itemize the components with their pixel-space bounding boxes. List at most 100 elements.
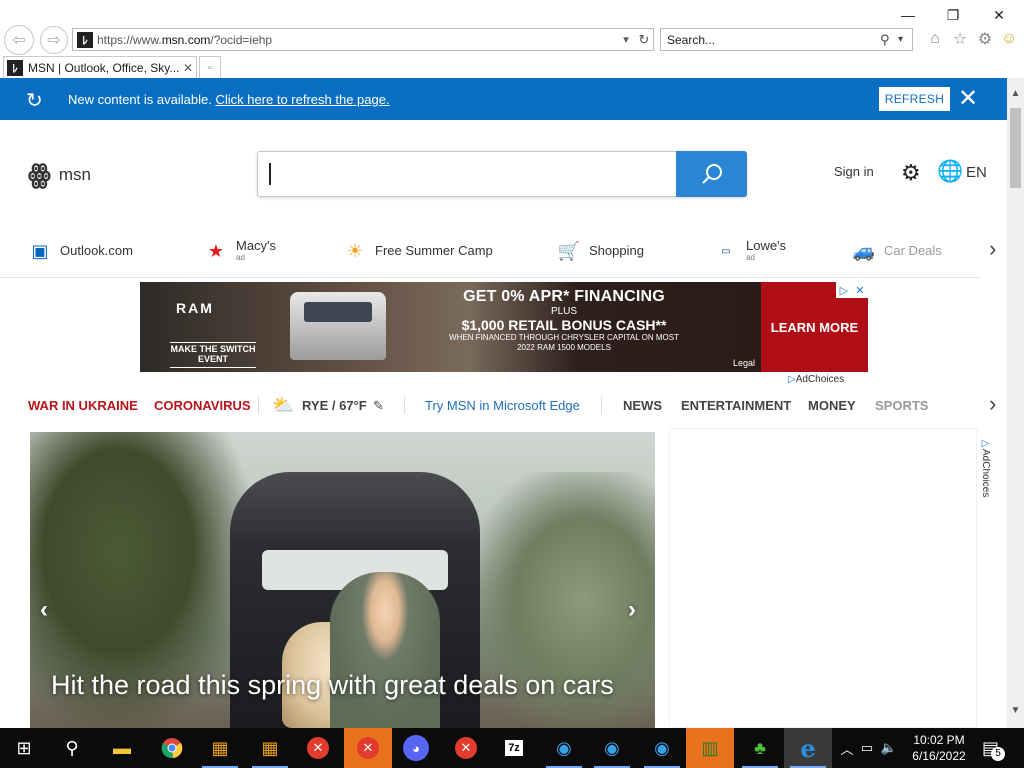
address-bar[interactable]: ﾚ https://www.msn.com/?ocid=iehp ▾ ↻	[72, 28, 654, 51]
maximize-button[interactable]: ❐	[930, 4, 976, 26]
forward-button[interactable]: ⇨	[40, 26, 68, 54]
vertical-scrollbar[interactable]: ▲ ▼	[1007, 78, 1024, 728]
refresh-icon: ↻	[26, 90, 43, 112]
app-button-3[interactable]: ◉	[540, 728, 588, 768]
error-app-button-3[interactable]: ✕	[442, 728, 490, 768]
chevron-right-icon[interactable]: ›	[628, 596, 636, 624]
globe-icon[interactable]: 🌐	[937, 160, 963, 184]
app-button-2[interactable]: ▦	[246, 728, 294, 768]
chevron-up-icon[interactable]: ︿	[838, 739, 856, 758]
notification-center-button[interactable]: ▤ 5	[982, 728, 1006, 768]
nav-try-edge[interactable]: Try MSN in Microsoft Edge	[425, 398, 580, 413]
ad-legal-link[interactable]: Legal	[733, 358, 755, 368]
search-input[interactable]	[667, 32, 880, 47]
ad-info-close[interactable]: ▷ ✕	[836, 282, 868, 298]
app-button-5[interactable]: ◉	[638, 728, 686, 768]
chevron-right-icon[interactable]: ›	[989, 236, 996, 262]
error-x-icon: ✕	[307, 737, 329, 759]
app-button-7[interactable]: ♣	[736, 728, 784, 768]
app-button-4[interactable]: ◉	[588, 728, 636, 768]
nav-news[interactable]: NEWS	[623, 398, 662, 413]
discord-button[interactable]: ◕	[392, 728, 440, 768]
error-x-icon: ✕	[455, 737, 477, 759]
msn-favicon-icon: ﾚ	[77, 31, 93, 48]
volume-icon[interactable]: 🔈	[878, 740, 900, 756]
scroll-down-icon[interactable]: ▼	[1007, 705, 1024, 716]
smiley-feedback-icon[interactable]: ☺	[999, 29, 1019, 49]
internet-explorer-icon: e	[800, 733, 816, 763]
address-url[interactable]: https://www.msn.com/?ocid=iehp	[97, 33, 617, 47]
nav-weather[interactable]: RYE / 67°F	[302, 398, 367, 413]
search-icon[interactable]: ⚲	[880, 32, 898, 48]
adchoices-link[interactable]: ▷AdChoices	[980, 438, 991, 497]
logo-text: msn	[58, 165, 91, 184]
new-tab-button[interactable]: ▫	[199, 56, 221, 78]
colorful-app-icon: ▦	[211, 737, 229, 758]
notification-message: New content is available. Click here to …	[68, 92, 390, 107]
network-icon[interactable]: ▭	[856, 740, 878, 756]
hero-carousel[interactable]: ‹ › Hit the road this spring with great …	[30, 432, 655, 728]
hero-headline[interactable]: Hit the road this spring with great deal…	[51, 668, 631, 702]
file-explorer-button[interactable]: ▬	[98, 728, 146, 768]
search-button[interactable]	[676, 151, 747, 197]
tab-close-button[interactable]: ✕	[180, 61, 196, 75]
nav-war-in-ukraine[interactable]: WAR IN UKRAINE	[28, 398, 138, 413]
system-clock[interactable]: 10:02 PM 6/16/2022	[906, 732, 972, 764]
nav-sports[interactable]: SPORTS	[875, 398, 928, 413]
globe-app-icon: ◉	[556, 737, 572, 758]
quick-link-outlook[interactable]: ▣ Outlook.com	[28, 236, 133, 266]
close-icon[interactable]: ✕	[958, 84, 978, 113]
language-selector[interactable]: EN	[966, 164, 987, 181]
scroll-up-icon[interactable]: ▲	[1007, 88, 1024, 99]
gear-icon[interactable]: ⚙	[901, 160, 921, 186]
tab-msn[interactable]: ﾚ MSN | Outlook, Office, Sky... ✕	[3, 56, 197, 78]
7zip-button[interactable]: 7z	[490, 728, 538, 768]
search-dropdown-icon[interactable]: ▾	[898, 34, 912, 45]
pencil-icon[interactable]: ✎	[373, 398, 384, 414]
search-taskbar-button[interactable]: ⚲	[48, 728, 96, 768]
tab-title: MSN | Outlook, Office, Sky...	[28, 60, 180, 75]
chrome-button[interactable]	[148, 728, 196, 768]
divider	[601, 396, 602, 414]
nav-coronavirus[interactable]: CORONAVIRUS	[154, 398, 251, 413]
minimize-button[interactable]: —	[885, 4, 931, 26]
error-app-button-1[interactable]: ✕	[294, 728, 342, 768]
app-button-1[interactable]: ▦	[196, 728, 244, 768]
quick-link-car-deals[interactable]: 🚙 Car Deals	[852, 236, 944, 266]
scroll-thumb[interactable]	[1010, 108, 1021, 188]
shopping-cart-icon: 🛒	[557, 240, 581, 261]
search-box[interactable]: ⚲ ▾	[660, 28, 913, 51]
adchoices-link[interactable]: ▷AdChoices	[788, 374, 844, 385]
discord-icon: ◕	[403, 735, 429, 761]
quick-link-macys[interactable]: ★ Macy's ad	[204, 236, 276, 266]
nav-money[interactable]: MONEY	[808, 398, 856, 413]
close-window-button[interactable]: ✕	[976, 4, 1022, 26]
7zip-icon: 7z	[505, 740, 523, 756]
quick-link-summer-camp[interactable]: ☀ Free Summer Camp	[343, 236, 493, 266]
home-icon[interactable]: ⌂	[925, 29, 945, 49]
search-icon	[701, 164, 722, 184]
nav-entertainment[interactable]: ENTERTAINMENT	[681, 398, 791, 413]
msn-logo[interactable]: ꙮ msn	[28, 160, 91, 190]
settings-gear-icon[interactable]: ⚙	[975, 29, 995, 49]
error-app-button-2[interactable]: ✕	[344, 728, 392, 768]
internet-explorer-button[interactable]: e	[784, 728, 832, 768]
ram-ad-banner[interactable]: RAM MAKE THE SWITCH EVENT GET 0% APR* FI…	[140, 282, 868, 372]
app-button-6[interactable]: ▥	[686, 728, 734, 768]
windows-logo-icon: ⊞	[16, 737, 32, 758]
back-button[interactable]: ⇦	[4, 25, 34, 55]
refresh-link[interactable]: Click here to refresh the page.	[215, 92, 389, 107]
bing-search-box[interactable]	[257, 151, 747, 197]
refresh-button[interactable]: REFRESH	[879, 87, 950, 111]
favorites-star-icon[interactable]: ☆	[950, 29, 970, 49]
colorful-app-icon: ▦	[261, 737, 279, 758]
address-dropdown-icon[interactable]: ▾	[617, 33, 635, 46]
forward-arrow-icon: ⇨	[47, 32, 61, 49]
quick-link-shopping[interactable]: 🛒 Shopping	[557, 236, 644, 266]
refresh-icon[interactable]: ↻	[635, 32, 653, 48]
chevron-left-icon[interactable]: ‹	[40, 596, 48, 624]
quick-link-lowes[interactable]: ▭ Lowe's ad	[714, 236, 786, 266]
start-button[interactable]: ⊞	[0, 728, 48, 768]
sign-in-link[interactable]: Sign in	[834, 164, 874, 179]
chevron-right-icon[interactable]: ›	[989, 391, 996, 417]
